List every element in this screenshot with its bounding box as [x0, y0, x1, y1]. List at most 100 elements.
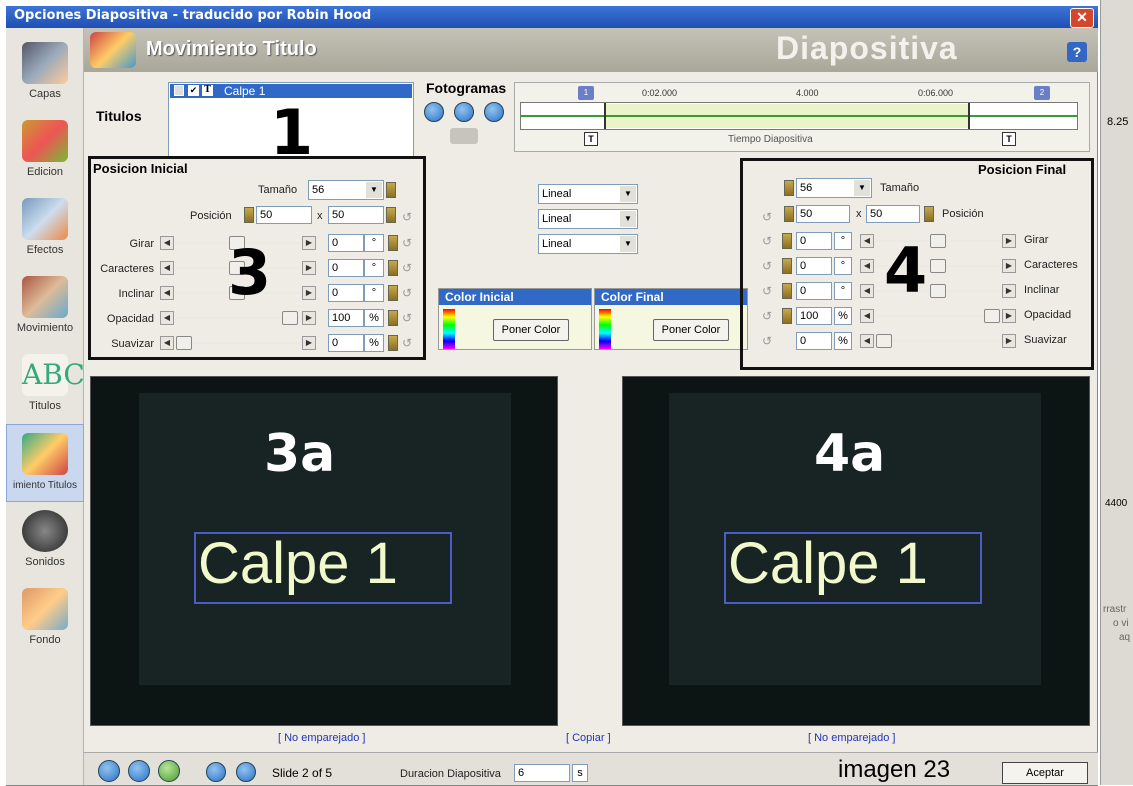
interpolation-select[interactable]: Lineal ▼	[538, 209, 638, 229]
sidebar-item-efectos[interactable]: Efectos	[6, 190, 84, 268]
arrow-right-icon[interactable]: ▶	[1002, 309, 1016, 323]
value-input[interactable]: 100	[796, 307, 832, 325]
reset-icon[interactable]: ↺	[402, 286, 412, 300]
arrow-right-icon[interactable]: ▶	[1002, 334, 1016, 348]
arrow-left-icon[interactable]: ◀	[160, 286, 174, 300]
range-end-handle[interactable]	[968, 103, 970, 129]
arrow-right-icon[interactable]: ▶	[1002, 234, 1016, 248]
keyframe-toggle[interactable]	[782, 308, 792, 324]
value-input[interactable]: 0	[328, 234, 364, 252]
next-frame-icon[interactable]	[484, 102, 504, 122]
value-input[interactable]: 0	[328, 259, 364, 277]
size-select[interactable]: 56 ▼	[796, 178, 872, 198]
add-frame-icon[interactable]	[454, 102, 474, 122]
zoom-icon[interactable]	[128, 760, 150, 782]
slider-thumb[interactable]	[984, 309, 1000, 323]
duration-input[interactable]: 6	[514, 764, 570, 782]
slider-track[interactable]	[176, 336, 300, 350]
sidebar-item-edicion[interactable]: Edicion	[6, 112, 84, 190]
position-x-input[interactable]: 50	[796, 205, 850, 223]
set-final-color-button[interactable]: Poner Color	[653, 319, 729, 341]
keyframe-toggle[interactable]	[784, 206, 794, 222]
sidebar-item-titulos[interactable]: ABC Titulos	[6, 346, 85, 424]
interpolation-select[interactable]: Lineal ▼	[538, 234, 638, 254]
sidebar-item-movimiento[interactable]: Movimiento	[6, 268, 84, 346]
slider-thumb[interactable]	[876, 334, 892, 348]
value-input[interactable]: 0	[328, 334, 364, 352]
set-initial-color-button[interactable]: Poner Color	[493, 319, 569, 341]
value-input[interactable]: 100	[328, 309, 364, 327]
arrow-left-icon[interactable]: ◀	[860, 234, 874, 248]
size-select[interactable]: 56 ▼	[308, 180, 384, 200]
reset-icon[interactable]: ↺	[402, 311, 412, 325]
unpaired-link[interactable]: [ No emparejado ]	[278, 732, 365, 744]
sidebar-item-fondo[interactable]: Fondo	[6, 580, 84, 658]
position-y-input[interactable]: 50	[328, 206, 384, 224]
value-input[interactable]: 0	[796, 332, 832, 350]
keyframe-toggle[interactable]	[388, 310, 398, 326]
keyframe-toggle[interactable]	[388, 260, 398, 276]
text-in-icon[interactable]: T	[584, 132, 598, 146]
value-input[interactable]: 0	[796, 282, 832, 300]
arrow-right-icon[interactable]: ▶	[1002, 259, 1016, 273]
keyframe-toggle[interactable]	[388, 335, 398, 351]
arrow-left-icon[interactable]: ◀	[160, 336, 174, 350]
previous-frame-icon[interactable]	[424, 102, 444, 122]
play-icon[interactable]	[158, 760, 180, 782]
arrow-left-icon[interactable]: ◀	[160, 236, 174, 250]
value-input[interactable]: 0	[796, 257, 832, 275]
copy-link[interactable]: [ Copiar ]	[566, 732, 611, 744]
keyframe-toggle[interactable]	[388, 285, 398, 301]
value-input[interactable]: 0	[796, 232, 832, 250]
arrow-left-icon[interactable]: ◀	[860, 309, 874, 323]
keyframe-toggle[interactable]	[244, 207, 254, 223]
arrow-right-icon[interactable]: ▶	[1002, 284, 1016, 298]
slider-thumb[interactable]	[930, 284, 946, 298]
checkbox-checked-icon[interactable]: ✔	[188, 85, 199, 96]
sidebar-item-sonidos[interactable]: Sonidos	[6, 502, 84, 580]
keyframe-toggle[interactable]	[388, 235, 398, 251]
reset-icon[interactable]: ↺	[762, 284, 772, 298]
arrow-right-icon[interactable]: ▶	[302, 261, 316, 275]
slider-thumb[interactable]	[282, 311, 298, 325]
arrow-left-icon[interactable]: ◀	[860, 334, 874, 348]
reset-icon[interactable]: ↺	[402, 236, 412, 250]
range-start-handle[interactable]	[604, 103, 606, 129]
help-button[interactable]: ?	[1067, 42, 1087, 62]
previous-slide-icon[interactable]	[206, 762, 226, 782]
keyframe-toggle[interactable]	[782, 258, 792, 274]
slider-thumb[interactable]	[176, 336, 192, 350]
keyframe-toggle[interactable]	[386, 207, 396, 223]
reset-icon[interactable]: ↺	[762, 234, 772, 248]
position-y-input[interactable]: 50	[866, 205, 920, 223]
text-out-icon[interactable]: T	[1002, 132, 1016, 146]
arrow-left-icon[interactable]: ◀	[160, 311, 174, 325]
accept-button[interactable]: Aceptar	[1002, 762, 1088, 784]
arrow-right-icon[interactable]: ▶	[302, 311, 316, 325]
next-slide-icon[interactable]	[236, 762, 256, 782]
keyframe-toggle[interactable]	[386, 182, 396, 198]
reset-icon[interactable]: ↺	[762, 334, 772, 348]
reset-icon[interactable]: ↺	[402, 210, 412, 224]
reset-icon[interactable]: ↺	[402, 261, 412, 275]
value-input[interactable]: 0	[328, 284, 364, 302]
slider-track[interactable]	[876, 334, 1000, 348]
position-x-input[interactable]: 50	[256, 206, 312, 224]
reset-icon[interactable]: ↺	[762, 259, 772, 273]
unpaired-link[interactable]: [ No emparejado ]	[808, 732, 895, 744]
arrow-right-icon[interactable]: ▶	[302, 336, 316, 350]
arrow-right-icon[interactable]: ▶	[302, 286, 316, 300]
arrow-right-icon[interactable]: ▶	[302, 236, 316, 250]
reset-icon[interactable]: ↺	[762, 309, 772, 323]
slider-thumb[interactable]	[930, 234, 946, 248]
close-button[interactable]: ✕	[1070, 8, 1094, 28]
interpolation-select[interactable]: Lineal ▼	[538, 184, 638, 204]
end-marker[interactable]: 2	[1034, 86, 1050, 100]
reset-icon[interactable]: ↺	[762, 210, 772, 224]
arrow-left-icon[interactable]: ◀	[860, 259, 874, 273]
back-icon[interactable]	[98, 760, 120, 782]
reset-icon[interactable]: ↺	[402, 336, 412, 350]
arrow-left-icon[interactable]: ◀	[860, 284, 874, 298]
arrow-left-icon[interactable]: ◀	[160, 261, 174, 275]
slider-thumb[interactable]	[930, 259, 946, 273]
